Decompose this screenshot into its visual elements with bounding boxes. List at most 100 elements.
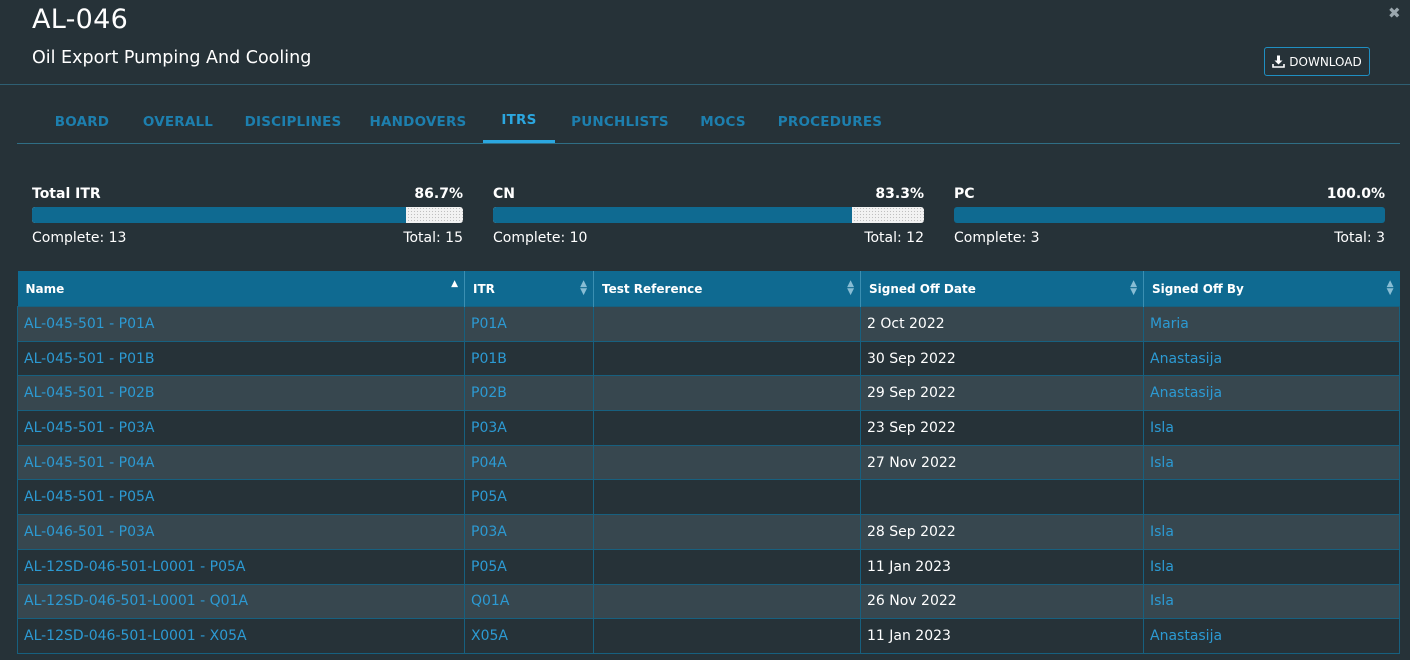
column-header-test-reference[interactable]: Test Reference ▲ ▼ <box>593 271 861 307</box>
modal-header: AL-046 Oil Export Pumping And Cooling ✖ … <box>0 0 1410 85</box>
cell-test-reference <box>593 479 861 516</box>
table-row: AL-045-501 - P01B P01B 30 Sep 2022 Anastasi… <box>17 340 1400 377</box>
tab-mocs[interactable]: MOCS <box>693 100 753 143</box>
table-row: AL-12SD-046-501-L0001 - X05A X05A 11 Jan 2… <box>17 618 1400 654</box>
stat-total: Total: 3 <box>1334 230 1385 246</box>
table-row: AL-045-501 - P01A P01A 2 Oct 2022 Maria <box>17 306 1400 342</box>
tab-bar: BOARD OVERALL DISCIPLINES HANDOVERS ITRS… <box>17 100 1400 144</box>
stat-label: CN <box>493 186 515 202</box>
page-title: AL-046 <box>32 4 129 35</box>
tab-board[interactable]: BOARD <box>37 100 127 143</box>
table-row: AL-045-501 - P03A P03A 23 Sep 2022 Isla <box>17 410 1400 446</box>
cell-signed-off-date: 29 Sep 2022 <box>860 375 1144 412</box>
cell-test-reference <box>593 375 861 412</box>
table-row: AL-046-501 - P03A P03A 28 Sep 2022 Isla <box>17 514 1400 550</box>
progress-bar <box>32 207 463 223</box>
table-row: AL-045-501 - P04A P04A 27 Nov 2022 Isla <box>17 444 1400 481</box>
cell-test-reference <box>593 444 861 481</box>
cell-signed-off-by[interactable]: Isla <box>1143 583 1400 620</box>
tab-itrs[interactable]: ITRS <box>483 100 555 143</box>
cell-name[interactable]: AL-045-501 - P04A <box>17 444 465 481</box>
tab-handovers[interactable]: HANDOVERS <box>365 100 471 143</box>
sort-icon[interactable]: ▲ ▼ <box>847 280 854 297</box>
stat-cn: CN 83.3% Complete: 10 Total: 12 <box>493 186 924 248</box>
cell-signed-off-date: 27 Nov 2022 <box>860 444 1144 481</box>
tab-disciplines[interactable]: DISCIPLINES <box>241 100 345 143</box>
table-row: AL-045-501 - P05A P05A <box>17 479 1400 516</box>
column-header-label: ITR <box>473 281 495 296</box>
tab-overall[interactable]: OVERALL <box>131 100 225 143</box>
cell-signed-off-by[interactable]: Anastasija <box>1143 340 1400 377</box>
cell-signed-off-by[interactable]: Isla <box>1143 444 1400 481</box>
table-row: AL-12SD-046-501-L0001 - P05A P05A 11 Jan 2… <box>17 548 1400 585</box>
cell-signed-off-by[interactable]: Isla <box>1143 548 1400 585</box>
sort-icon[interactable]: ▲ ▼ <box>580 280 587 297</box>
cell-test-reference <box>593 583 861 620</box>
cell-itr[interactable]: P04A <box>464 444 594 481</box>
cell-signed-off-by[interactable]: Isla <box>1143 514 1400 550</box>
cell-name[interactable]: AL-045-501 - P03A <box>17 410 465 446</box>
stat-label: PC <box>954 186 975 202</box>
stat-pc: PC 100.0% Complete: 3 Total: 3 <box>954 186 1385 248</box>
cell-test-reference <box>593 514 861 550</box>
cell-itr[interactable]: X05A <box>464 618 594 654</box>
page-subtitle: Oil Export Pumping And Cooling <box>32 48 312 68</box>
cell-signed-off-date: 11 Jan 2023 <box>860 618 1144 654</box>
progress-bar <box>954 207 1385 223</box>
stat-total: Total: 15 <box>403 230 463 246</box>
cell-signed-off-by[interactable]: Anastasija <box>1143 375 1400 412</box>
cell-name[interactable]: AL-046-501 - P03A <box>17 514 465 550</box>
stat-total: Total: 12 <box>864 230 924 246</box>
column-header-label: Signed Off Date <box>869 281 976 296</box>
cell-itr[interactable]: P05A <box>464 479 594 516</box>
sort-icon[interactable]: ▲ ▼ <box>1130 280 1137 297</box>
table-header-row: Name ▲ ITR ▲ ▼ Test Reference ▲ ▼ Signed O… <box>17 271 1400 307</box>
cell-name[interactable]: AL-12SD-046-501-L0001 - X05A <box>17 618 465 654</box>
stat-complete: Complete: 3 <box>954 230 1040 246</box>
column-header-signed-off-by[interactable]: Signed Off By ▲ ▼ <box>1143 271 1400 307</box>
cell-test-reference <box>593 340 861 377</box>
cell-signed-off-by[interactable]: Isla <box>1143 410 1400 446</box>
cell-name[interactable]: AL-045-501 - P01A <box>17 306 465 342</box>
stat-label: Total ITR <box>32 186 101 202</box>
cell-signed-off-by[interactable]: Maria <box>1143 306 1400 342</box>
download-button[interactable]: DOWNLOAD <box>1264 47 1370 76</box>
cell-itr[interactable]: P01A <box>464 306 594 342</box>
stat-complete: Complete: 10 <box>493 230 588 246</box>
cell-itr[interactable]: P02B <box>464 375 594 412</box>
cell-itr[interactable]: P01B <box>464 340 594 377</box>
cell-signed-off-by <box>1143 479 1400 516</box>
cell-signed-off-by[interactable]: Anastasija <box>1143 618 1400 654</box>
tab-procedures[interactable]: PROCEDURES <box>773 100 887 143</box>
cell-name[interactable]: AL-045-501 - P05A <box>17 479 465 516</box>
column-header-label: Test Reference <box>602 281 703 296</box>
tab-punchlists[interactable]: PUNCHLISTS <box>567 100 673 143</box>
table-body: AL-045-501 - P01A P01A 2 Oct 2022 Maria AL-0… <box>17 306 1400 654</box>
column-header-signed-off-date[interactable]: Signed Off Date ▲ ▼ <box>860 271 1144 307</box>
stat-percent: 86.7% <box>414 186 463 202</box>
cell-name[interactable]: AL-12SD-046-501-L0001 - Q01A <box>17 583 465 620</box>
cell-name[interactable]: AL-045-501 - P02B <box>17 375 465 412</box>
cell-name[interactable]: AL-045-501 - P01B <box>17 340 465 377</box>
column-header-label: Signed Off By <box>1152 281 1244 296</box>
download-label: DOWNLOAD <box>1289 54 1362 69</box>
table-row: AL-12SD-046-501-L0001 - Q01A Q01A 26 Nov 2… <box>17 583 1400 620</box>
sort-asc-icon[interactable]: ▲ <box>451 280 458 289</box>
close-icon[interactable]: ✖ <box>1388 4 1401 22</box>
cell-itr[interactable]: P03A <box>464 410 594 446</box>
cell-signed-off-date: 28 Sep 2022 <box>860 514 1144 550</box>
cell-itr[interactable]: Q01A <box>464 583 594 620</box>
cell-itr[interactable]: P03A <box>464 514 594 550</box>
sort-icon[interactable]: ▲ ▼ <box>1387 280 1394 297</box>
cell-signed-off-date: 23 Sep 2022 <box>860 410 1144 446</box>
cell-itr[interactable]: P05A <box>464 548 594 585</box>
column-header-name[interactable]: Name ▲ <box>17 271 465 307</box>
stat-complete: Complete: 13 <box>32 230 127 246</box>
cell-name[interactable]: AL-12SD-046-501-L0001 - P05A <box>17 548 465 585</box>
cell-signed-off-date <box>860 479 1144 516</box>
cell-signed-off-date: 26 Nov 2022 <box>860 583 1144 620</box>
cell-test-reference <box>593 548 861 585</box>
stat-total-itr: Total ITR 86.7% Complete: 13 Total: 15 <box>32 186 463 248</box>
stat-percent: 100.0% <box>1326 186 1385 202</box>
column-header-itr[interactable]: ITR ▲ ▼ <box>464 271 594 307</box>
